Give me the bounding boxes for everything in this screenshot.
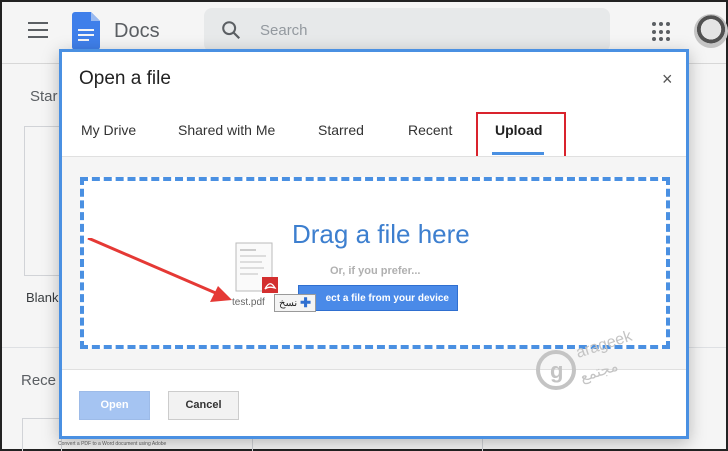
- open-button[interactable]: Open: [79, 391, 150, 420]
- tab-starred[interactable]: Starred: [318, 122, 364, 138]
- select-file-from-device-button[interactable]: ect a file from your device: [298, 285, 458, 311]
- arageek-watermark-logo: g arageek مجتمع: [536, 327, 635, 390]
- drag-copy-tooltip: نسخ ✚: [274, 294, 317, 312]
- tab-recent[interactable]: Recent: [408, 122, 452, 138]
- svg-text:arageek: arageek: [574, 327, 635, 361]
- tab-my-drive[interactable]: My Drive: [81, 122, 136, 138]
- copy-tooltip-label: نسخ: [279, 297, 298, 309]
- close-icon[interactable]: ×: [662, 69, 673, 89]
- svg-text:مجتمع: مجتمع: [578, 357, 621, 386]
- red-arrow-annotation: [87, 238, 232, 302]
- open-file-dialog: Open a file × My Drive Shared with Me St…: [59, 49, 689, 439]
- cancel-button[interactable]: Cancel: [168, 391, 239, 420]
- dialog-title: Open a file: [79, 68, 171, 89]
- drop-zone-title: Drag a file here: [292, 219, 470, 249]
- tab-shared-with-me[interactable]: Shared with Me: [178, 122, 275, 138]
- plus-icon: ✚: [300, 295, 312, 310]
- dialog-tabs: My Drive Shared with Me Starred Recent U…: [62, 112, 686, 156]
- upload-tab-highlight: [476, 112, 566, 158]
- svg-text:g: g: [550, 358, 563, 383]
- drop-zone-subtitle: Or, if you prefer...: [330, 265, 421, 277]
